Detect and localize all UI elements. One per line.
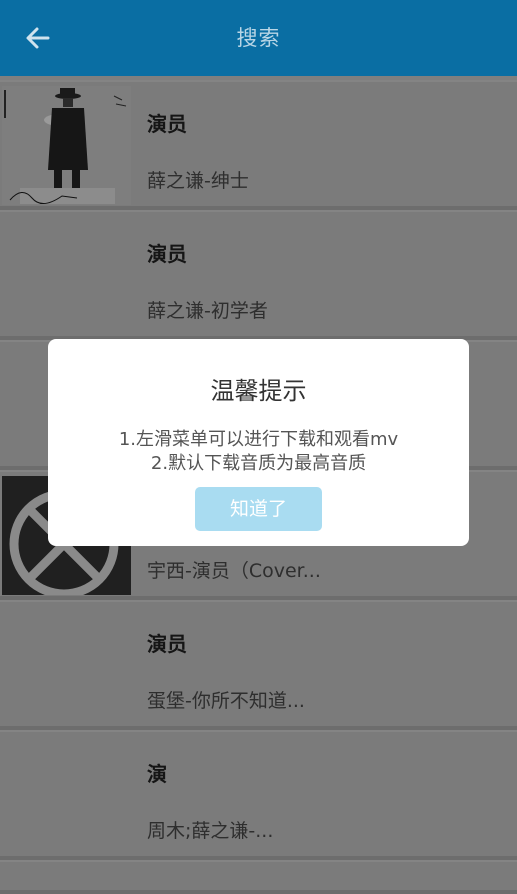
album-cover-gentleman	[2, 86, 131, 205]
dialog-line-1: 1.左滑菜单可以进行下载和观看mv	[118, 429, 399, 450]
result-row[interactable]: 演员 蛋堡-你所不知道...	[0, 600, 517, 730]
app-bar: 搜索	[0, 0, 517, 76]
result-row[interactable]: 演员 薛之谦-初学者	[0, 210, 517, 340]
tip-dialog: 温馨提示 1.左滑菜单可以进行下载和观看mv 2.默认下载音质为最高音质 知道了	[48, 339, 469, 546]
dialog-line-2: 2.默认下载音质为最高音质	[150, 453, 367, 474]
artist-album: 周木;薛之谦-...	[147, 820, 274, 842]
song-title: 演	[147, 762, 167, 786]
album-cover	[2, 86, 131, 205]
result-row[interactable]: 演员 薛之谦-绅士	[0, 80, 517, 210]
song-title: 演员	[147, 112, 187, 136]
song-title: 演员	[147, 632, 187, 656]
result-row-partial[interactable]	[0, 860, 517, 894]
result-row[interactable]: 演 周木;薛之谦-...	[0, 730, 517, 860]
page-title: 搜索	[236, 26, 281, 50]
dialog-title: 温馨提示	[210, 377, 307, 405]
got-it-button[interactable]: 知道了	[195, 487, 322, 531]
artist-album: 薛之谦-初学者	[147, 300, 268, 322]
artist-album: 宇西-演员（Cover...	[147, 560, 321, 582]
song-title: 演员	[147, 242, 187, 266]
artist-album: 薛之谦-绅士	[147, 170, 249, 192]
artist-album: 蛋堡-你所不知道...	[147, 690, 305, 712]
